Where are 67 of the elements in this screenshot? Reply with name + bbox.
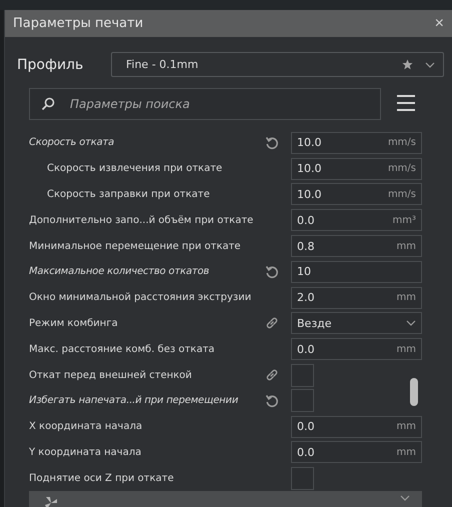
unit-label: mm bbox=[396, 421, 416, 432]
setting-label: Y координата начала bbox=[29, 446, 142, 458]
field-value: 10.0 bbox=[297, 136, 322, 150]
link-icon[interactable] bbox=[264, 368, 278, 382]
setting-label: Скорость извлечения при откате bbox=[46, 163, 224, 174]
setting-label: Максимальное количество откатов bbox=[29, 266, 210, 278]
chevron-down-icon bbox=[400, 495, 410, 502]
profile-value: Fine - 0.1mm bbox=[126, 58, 200, 71]
search-icon bbox=[41, 97, 55, 111]
field-value: 10.0 bbox=[297, 188, 322, 201]
reset-icon[interactable] bbox=[264, 264, 278, 279]
setting-label: Откат перед внешней стенкой bbox=[29, 370, 193, 381]
field-value: 10 bbox=[297, 265, 311, 278]
fan-icon bbox=[43, 495, 59, 507]
setting-label: Макс. расстояние комб. без отката bbox=[29, 344, 216, 355]
field-value: 0.0 bbox=[297, 446, 314, 459]
unit-label: mm/s bbox=[388, 163, 416, 174]
unit-label: mm bbox=[396, 292, 416, 304]
field-value: 0.8 bbox=[297, 240, 314, 253]
checkbox[interactable] bbox=[291, 466, 314, 490]
setting-label: Поднятие оси Z при откате bbox=[29, 472, 175, 484]
dropdown-value: Везде bbox=[297, 316, 332, 330]
number-field[interactable]: 10.0 mm/s bbox=[291, 158, 422, 180]
setting-label: X координата начала bbox=[29, 421, 144, 432]
unit-label: mm bbox=[396, 344, 416, 355]
unit-label: mm/s bbox=[388, 137, 416, 148]
field-value: 0.0 bbox=[297, 420, 314, 434]
unit-label: mm bbox=[396, 446, 416, 458]
close-button[interactable]: × bbox=[434, 14, 444, 32]
chevron-down-icon bbox=[406, 320, 416, 326]
number-field[interactable]: 10.0 mm/s bbox=[291, 183, 422, 206]
number-field[interactable]: 0.0 mm³ bbox=[291, 209, 422, 232]
reset-icon[interactable] bbox=[264, 136, 278, 150]
window-title: Параметры печати bbox=[13, 16, 144, 31]
star-icon[interactable] bbox=[402, 59, 413, 70]
setting-label: Скорость отката bbox=[29, 137, 116, 148]
number-field[interactable]: 2.0 mm bbox=[291, 286, 422, 309]
field-value: 2.0 bbox=[297, 291, 314, 304]
menu-button[interactable] bbox=[395, 94, 417, 114]
setting-label: Минимальное перемещение при откате bbox=[29, 240, 242, 252]
setting-label: Дополнительно запо...й объём при откате bbox=[29, 214, 252, 226]
unit-label: mm/s bbox=[388, 188, 416, 200]
setting-label: Скорость заправки при откате bbox=[46, 188, 211, 200]
number-field[interactable]: 10 bbox=[291, 260, 422, 283]
profile-label: Профиль bbox=[17, 56, 84, 72]
chevron-down-icon bbox=[425, 62, 435, 68]
search-field[interactable]: Параметры поиска bbox=[29, 88, 381, 120]
field-value: 10.0 bbox=[297, 162, 322, 176]
unit-label: mm bbox=[396, 240, 416, 252]
setting-label: Избегать напечата...й при перемещении bbox=[29, 395, 240, 406]
number-field[interactable]: 0.0 mm bbox=[291, 416, 422, 438]
setting-label: Окно минимальной расстояния экструзии bbox=[29, 292, 252, 304]
number-field[interactable]: 0.0 mm bbox=[291, 338, 422, 360]
setting-label: Режим комбинга bbox=[29, 318, 119, 329]
field-value: 0.0 bbox=[297, 342, 314, 356]
field-value: 0.0 bbox=[297, 214, 314, 227]
checkbox[interactable] bbox=[291, 364, 314, 387]
dropdown-field[interactable]: Везде bbox=[291, 312, 422, 334]
scrollbar-thumb[interactable] bbox=[410, 378, 418, 406]
reset-icon[interactable] bbox=[264, 394, 278, 408]
number-field[interactable]: 10.0 mm/s bbox=[291, 132, 422, 154]
link-icon[interactable] bbox=[264, 316, 278, 330]
profile-dropdown[interactable]: Fine - 0.1mm bbox=[111, 52, 444, 77]
checkbox[interactable] bbox=[291, 389, 314, 412]
number-field[interactable]: 0.0 mm bbox=[291, 441, 422, 464]
unit-label: mm³ bbox=[392, 214, 416, 226]
number-field[interactable]: 0.8 mm bbox=[291, 235, 422, 258]
